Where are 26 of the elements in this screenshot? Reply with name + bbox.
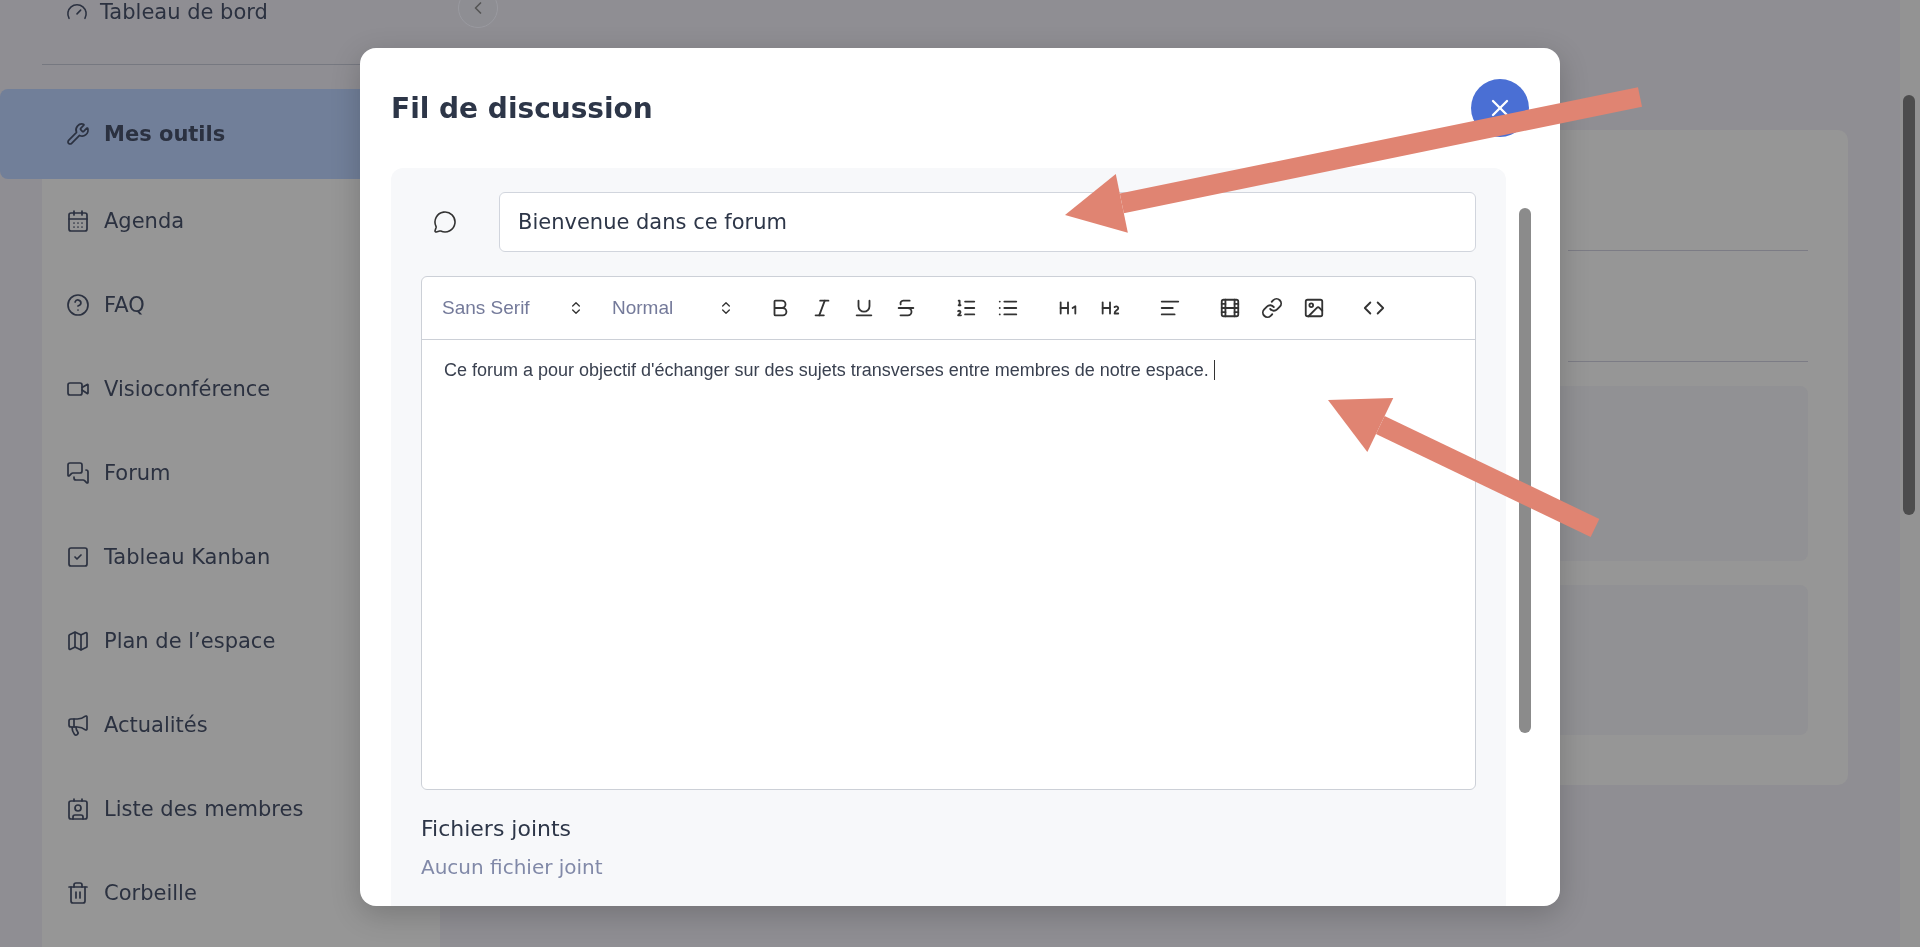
font-select[interactable]: Sans Serif: [442, 297, 592, 319]
numbered-list-icon: [955, 297, 977, 319]
megaphone-icon: [66, 713, 90, 737]
map-icon: [66, 629, 90, 653]
speech-bubble-icon: [433, 210, 457, 234]
scrollbar-thumb[interactable]: [1903, 95, 1915, 515]
link-icon: [1261, 297, 1283, 319]
wrench-icon: [66, 122, 90, 146]
page-scrollbar[interactable]: [1900, 0, 1920, 947]
size-select[interactable]: Normal: [612, 297, 742, 319]
sidebar-item[interactable]: Agenda: [0, 179, 440, 263]
strikethrough-icon: [895, 297, 917, 319]
checkbox-icon: [66, 545, 90, 569]
help-icon: [66, 293, 90, 317]
underline-icon: [853, 297, 875, 319]
calendar-icon: [66, 209, 90, 233]
attachments-empty-text: Aucun fichier joint: [421, 855, 604, 879]
trash-icon: [66, 881, 90, 905]
contact-card-icon: [66, 797, 90, 821]
subject-field[interactable]: Bienvenue dans ce forum: [499, 192, 1476, 252]
chat-bubbles-icon: [66, 461, 90, 485]
image-icon: [1303, 297, 1325, 319]
attachments-heading: Fichiers joints: [421, 816, 573, 841]
scrollbar-thumb[interactable]: [1519, 208, 1531, 733]
sidebar-header-label: Tableau de bord: [100, 0, 268, 24]
film-icon: [1219, 297, 1241, 319]
